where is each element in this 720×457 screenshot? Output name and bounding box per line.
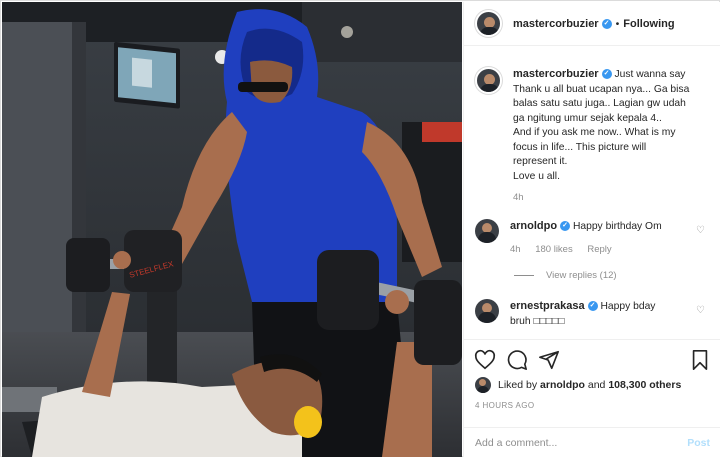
caption-username[interactable]: mastercorbuzier: [513, 68, 599, 80]
instagram-post-modal: STEELFLEX mastercorbuzier ✓ • Following: [0, 0, 720, 457]
caption-age: 4h: [513, 192, 524, 203]
caption: mastercorbuzier ✓ Just wanna say Thank u …: [475, 67, 708, 206]
heart-icon[interactable]: [474, 349, 496, 371]
caption-line: focus in life... This picture will: [513, 141, 647, 153]
liked-by-user[interactable]: arnoldpo: [540, 379, 585, 391]
replies-divider: [514, 275, 534, 276]
caption-line: Thank u all buat ucapan nya... Ga bisa: [513, 83, 690, 95]
verified-icon: ✓: [560, 221, 571, 232]
comment-item: arnoldpo ✓ Happy birthday Om 4h 180 likes…: [475, 219, 665, 257]
caption-line: ga ngitung umur sejak kepala 4..: [513, 112, 665, 124]
comment-age: 4h: [510, 243, 521, 255]
caption-line: And if you ask me now.. What is my: [513, 127, 676, 138]
post-photo[interactable]: STEELFLEX: [2, 2, 462, 457]
comment-icon[interactable]: [506, 349, 528, 371]
view-replies-label: View replies (12): [546, 270, 617, 281]
author-avatar[interactable]: [475, 10, 502, 37]
comment-like-heart-icon[interactable]: ♡: [696, 305, 705, 316]
verified-icon: ✓: [601, 69, 612, 80]
caption-avatar[interactable]: [475, 67, 502, 94]
commenter-avatar[interactable]: [475, 299, 499, 323]
commenter-username[interactable]: arnoldpo: [510, 220, 557, 232]
caption-line: represent it.: [513, 156, 568, 167]
comment-text: bruh □□□□□: [510, 315, 565, 327]
comment-text: Happy birthday Om: [572, 221, 665, 232]
gym-photo-illustration: STEELFLEX: [2, 2, 462, 457]
liked-by-summary: Liked by arnoldpo and 108,300 others: [475, 377, 681, 393]
follow-status-button[interactable]: Following: [623, 18, 674, 30]
comment-composer: Add a comment... Post: [464, 427, 720, 457]
post-actions: Liked by arnoldpo and 108,300 others 4 H…: [464, 339, 720, 427]
view-replies-button[interactable]: View replies (12): [514, 270, 617, 281]
liked-by-and: and: [587, 379, 606, 391]
post-timestamp[interactable]: 4 HOURS AGO: [475, 401, 535, 410]
share-icon[interactable]: [538, 349, 560, 371]
comment-item: ernestprakasa ✓ Happy bday bruh □□□□□: [475, 299, 655, 329]
comment-text: Happy bday: [600, 301, 656, 312]
verified-icon: ✓: [587, 301, 598, 312]
liker-avatar[interactable]: [475, 377, 491, 393]
caption-line: Love u all.: [513, 170, 560, 182]
author-username[interactable]: mastercorbuzier: [513, 18, 599, 30]
post-side-panel: mastercorbuzier ✓ • Following mastercorb…: [463, 2, 720, 457]
liked-by-prefix: Liked by: [498, 379, 538, 391]
comments-list: mastercorbuzier ✓ Just wanna say Thank u …: [464, 47, 720, 339]
others-count[interactable]: 108,300 others: [608, 379, 681, 391]
comment-like-heart-icon[interactable]: ♡: [696, 225, 705, 236]
caption-line: Just wanna say: [614, 69, 686, 80]
comment-input[interactable]: Add a comment...: [475, 437, 687, 449]
commenter-username[interactable]: ernestprakasa: [510, 300, 585, 312]
post-comment-button[interactable]: Post: [687, 437, 710, 449]
post-header: mastercorbuzier ✓ • Following: [464, 2, 720, 46]
bookmark-icon[interactable]: [689, 349, 711, 371]
caption-line: balas satu satu juga.. Lagian gw udah: [513, 98, 686, 109]
reply-button[interactable]: Reply: [587, 244, 611, 255]
comment-likes[interactable]: 180 likes: [535, 244, 573, 255]
separator-dot: •: [615, 17, 620, 30]
commenter-avatar[interactable]: [475, 219, 499, 243]
verified-icon: ✓: [601, 18, 612, 29]
